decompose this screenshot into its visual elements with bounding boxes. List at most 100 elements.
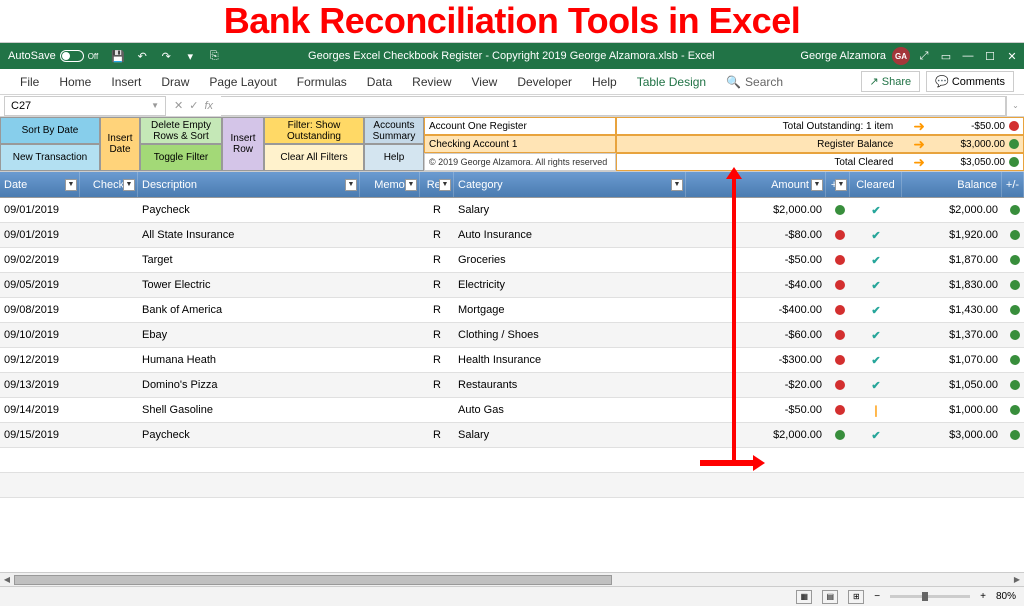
header-description[interactable]: Description▼	[138, 172, 360, 197]
cell-memo[interactable]	[360, 373, 420, 397]
cell-category[interactable]: Electricity	[454, 273, 686, 297]
view-pagebreak-icon[interactable]: ⊞	[848, 590, 864, 604]
cell-date[interactable]: 09/15/2019	[0, 423, 80, 447]
cell-category[interactable]: Salary	[454, 198, 686, 222]
cell-cleared[interactable]: ✔	[850, 198, 902, 222]
cell-cleared[interactable]: ✔	[850, 323, 902, 347]
close-icon[interactable]: ✕	[1004, 48, 1020, 64]
toggle-filter-button[interactable]: Toggle Filter	[140, 144, 222, 171]
ribbon-mode-icon[interactable]: ⤢	[916, 48, 932, 64]
cell-memo[interactable]	[360, 198, 420, 222]
undo-icon[interactable]: ↶	[134, 48, 150, 64]
insert-row-button[interactable]: Insert Row	[222, 117, 264, 171]
cell-cleared[interactable]: ❘	[850, 398, 902, 422]
cell-balance[interactable]: $1,050.00	[902, 373, 1002, 397]
table-row[interactable]: 09/15/2019 Paycheck RSalary$2,000.00 ✔$3,00…	[0, 423, 1024, 448]
cell-rec[interactable]: R	[420, 223, 454, 247]
cell-rec[interactable]: R	[420, 373, 454, 397]
table-row-empty[interactable]	[0, 498, 1024, 518]
cell-memo[interactable]	[360, 423, 420, 447]
cell-balance[interactable]: $1,370.00	[902, 323, 1002, 347]
tab-home[interactable]: Home	[49, 71, 101, 93]
cell-amount[interactable]: -$80.00	[686, 223, 826, 247]
cell-memo[interactable]	[360, 348, 420, 372]
tab-review[interactable]: Review	[402, 71, 461, 93]
cell-rec[interactable]: R	[420, 298, 454, 322]
sort-by-date-button[interactable]: Sort By Date	[0, 117, 100, 144]
cell-check[interactable]	[80, 348, 138, 372]
minimize-icon[interactable]: —	[960, 48, 976, 64]
cell-memo[interactable]	[360, 398, 420, 422]
zoom-slider[interactable]	[890, 595, 970, 598]
cell-check[interactable]	[80, 223, 138, 247]
cell-description[interactable]: All State Insurance	[138, 223, 360, 247]
scroll-right-icon[interactable]: ▶	[1010, 573, 1024, 587]
cell-check[interactable]	[80, 273, 138, 297]
cell-balance[interactable]: $1,920.00	[902, 223, 1002, 247]
cell-description[interactable]: Shell Gasoline	[138, 398, 360, 422]
tab-view[interactable]: View	[462, 71, 508, 93]
redo-icon[interactable]: ↷	[158, 48, 174, 64]
cell-category[interactable]: Salary	[454, 423, 686, 447]
cell-balance[interactable]: $1,830.00	[902, 273, 1002, 297]
table-row[interactable]: 09/10/2019EbayRClothing / Shoes-$60.00✔$…	[0, 323, 1024, 348]
cell-rec[interactable]	[420, 398, 454, 422]
comments-button[interactable]: 💬Comments	[926, 71, 1014, 92]
cell-category[interactable]: Health Insurance	[454, 348, 686, 372]
cell-balance[interactable]: $3,000.00	[902, 423, 1002, 447]
qat-icon[interactable]: ▾	[182, 48, 198, 64]
cell-date[interactable]: 09/10/2019	[0, 323, 80, 347]
zoom-out-icon[interactable]: −	[874, 591, 880, 602]
cell-rec[interactable]: R	[420, 198, 454, 222]
header-pm2[interactable]: +/-	[1002, 172, 1024, 197]
cell-date[interactable]: 09/05/2019	[0, 273, 80, 297]
cell-date[interactable]: 09/12/2019	[0, 348, 80, 372]
table-row-empty[interactable]	[0, 473, 1024, 498]
tab-help[interactable]: Help	[582, 71, 627, 93]
tab-page-layout[interactable]: Page Layout	[199, 71, 286, 93]
cell-amount[interactable]: -$50.00	[686, 398, 826, 422]
table-row[interactable]: 09/13/2019Domino's PizzaRRestaurants-$20…	[0, 373, 1024, 398]
cell-date[interactable]: 09/02/2019	[0, 248, 80, 272]
header-category[interactable]: Category▼	[454, 172, 686, 197]
zoom-in-icon[interactable]: +	[980, 591, 986, 602]
cell-description[interactable]: Target	[138, 248, 360, 272]
cell-date[interactable]: 09/14/2019	[0, 398, 80, 422]
qat-icon2[interactable]: ⎘	[206, 48, 222, 64]
cell-balance[interactable]: $2,000.00	[902, 198, 1002, 222]
cell-amount[interactable]: -$40.00	[686, 273, 826, 297]
cell-rec[interactable]: R	[420, 423, 454, 447]
cell-category[interactable]: Mortgage	[454, 298, 686, 322]
tab-draw[interactable]: Draw	[151, 71, 199, 93]
tab-formulas[interactable]: Formulas	[287, 71, 357, 93]
cell-memo[interactable]	[360, 298, 420, 322]
cell-rec[interactable]: R	[420, 273, 454, 297]
cell-description[interactable]: Ebay	[138, 323, 360, 347]
formula-input[interactable]	[221, 96, 1006, 116]
cell-amount[interactable]: -$400.00	[686, 298, 826, 322]
table-row[interactable]: 09/14/2019Shell GasolineAuto Gas-$50.00❘…	[0, 398, 1024, 423]
cell-description[interactable]: Bank of America	[138, 298, 360, 322]
cell-description[interactable]: Tower Electric	[138, 273, 360, 297]
cell-cleared[interactable]: ✔	[850, 298, 902, 322]
cell-category[interactable]: Clothing / Shoes	[454, 323, 686, 347]
cell-cleared[interactable]: ✔	[850, 423, 902, 447]
clear-filters-button[interactable]: Clear All Filters	[264, 144, 364, 171]
cell-description[interactable]: Paycheck	[138, 423, 360, 447]
cell-amount[interactable]: $2,000.00	[686, 423, 826, 447]
scroll-left-icon[interactable]: ◀	[0, 573, 14, 587]
horizontal-scrollbar[interactable]: ◀ ▶	[0, 572, 1024, 586]
cell-check[interactable]	[80, 198, 138, 222]
cell-description[interactable]: Domino's Pizza	[138, 373, 360, 397]
autosave-toggle[interactable]: AutoSave Off	[4, 48, 102, 64]
cell-amount[interactable]: -$50.00	[686, 248, 826, 272]
tab-table-design[interactable]: Table Design	[627, 71, 716, 93]
help-button[interactable]: Help	[364, 144, 424, 171]
cell-memo[interactable]	[360, 248, 420, 272]
cell-check[interactable]	[80, 248, 138, 272]
tab-insert[interactable]: Insert	[101, 71, 151, 93]
cell-category[interactable]: Auto Insurance	[454, 223, 686, 247]
cell-rec[interactable]: R	[420, 248, 454, 272]
cell-cleared[interactable]: ✔	[850, 348, 902, 372]
cell-balance[interactable]: $1,430.00	[902, 298, 1002, 322]
